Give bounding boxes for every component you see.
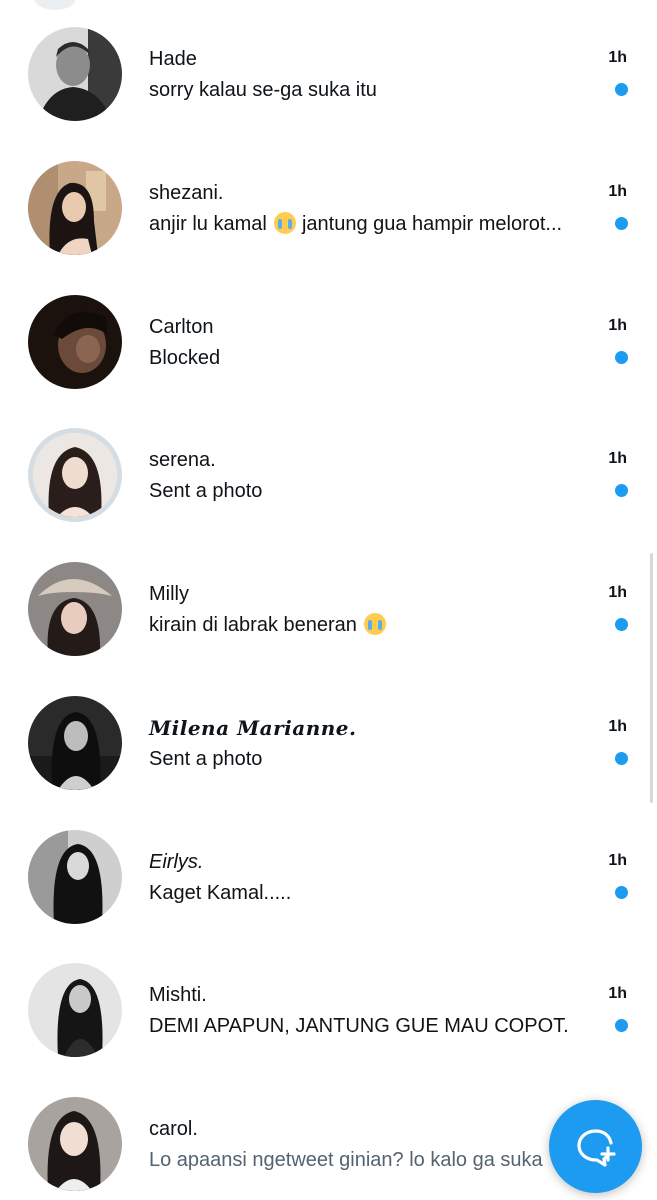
- preview-text: anjir lu kamal: [149, 213, 267, 235]
- unread-indicator: [615, 886, 628, 899]
- preview-text-continued: jantung gua hampir melorot...: [301, 213, 563, 235]
- avatar[interactable]: [28, 562, 122, 656]
- conversation-name: Carlton: [149, 316, 214, 338]
- conversation-name: Eirlys.: [149, 851, 204, 873]
- conversation-name: carol.: [149, 1118, 198, 1140]
- conversation-row[interactable]: Eirlys. Kaget Kamal..... 1h: [0, 830, 657, 964]
- message-preview: Lo apaansi ngetweet ginian? lo kalo ga s…: [149, 1149, 543, 1171]
- conversation-name: Milly: [149, 583, 189, 605]
- new-message-button[interactable]: [549, 1100, 642, 1193]
- new-message-icon: [576, 1128, 616, 1167]
- timestamp: 1h: [608, 718, 627, 735]
- partial-avatar-above: [34, 0, 76, 10]
- message-preview: Blocked: [149, 347, 221, 369]
- conversation-row[interactable]: Milly kirain di labrak beneran 1h: [0, 562, 657, 696]
- message-preview: sorry kalau se-ga suka itu: [149, 79, 377, 101]
- conversation-row[interactable]: Mishti. DEMI APAPUN, JANTUNG GUE MAU COP…: [0, 963, 657, 1097]
- message-preview: Sent a photo: [149, 480, 263, 502]
- timestamp: 1h: [608, 183, 627, 200]
- timestamp: 1h: [608, 584, 627, 601]
- unread-indicator: [615, 1019, 628, 1032]
- unread-indicator: [615, 752, 628, 765]
- avatar[interactable]: [28, 1097, 122, 1191]
- avatar[interactable]: [28, 963, 122, 1057]
- conversation-name: Mishti.: [149, 984, 207, 1006]
- unread-indicator: [615, 217, 628, 230]
- timestamp: 1h: [608, 317, 627, 334]
- conversation-name: shezani.: [149, 182, 224, 204]
- timestamp: 1h: [608, 450, 627, 467]
- conversation-row[interactable]: 𝑴𝒊𝒍𝒆𝒏𝒂 𝑴𝒂𝒓𝒊𝒂𝒏𝒏𝒆. Sent a photo 1h: [0, 696, 657, 830]
- message-preview: anjir lu kamal jantung gua hampir meloro…: [149, 212, 562, 236]
- message-preview: Sent a photo: [149, 748, 263, 770]
- timestamp: 1h: [608, 49, 627, 66]
- timestamp: 1h: [608, 985, 627, 1002]
- conversation-row[interactable]: shezani. anjir lu kamal jantung gua hamp…: [0, 161, 657, 295]
- avatar[interactable]: [28, 830, 122, 924]
- preview-text: kirain di labrak beneran: [149, 614, 357, 636]
- unread-indicator: [615, 351, 628, 364]
- conversation-row[interactable]: Hade sorry kalau se-ga suka itu 1h: [0, 27, 657, 161]
- avatar[interactable]: [28, 696, 122, 790]
- avatar[interactable]: [28, 295, 122, 389]
- message-preview: Kaget Kamal.....: [149, 882, 292, 904]
- message-preview: DEMI APAPUN, JANTUNG GUE MAU COPOT.: [149, 1015, 569, 1037]
- unread-indicator: [615, 484, 628, 497]
- loudly-crying-face-icon: [364, 613, 387, 635]
- avatar[interactable]: [28, 161, 122, 255]
- avatar[interactable]: [28, 27, 122, 121]
- unread-indicator: [615, 618, 628, 631]
- timestamp: 1h: [608, 852, 627, 869]
- unread-indicator: [615, 83, 628, 96]
- conversation-name: 𝑴𝒊𝒍𝒆𝒏𝒂 𝑴𝒂𝒓𝒊𝒂𝒏𝒏𝒆.: [149, 716, 357, 740]
- conversation-row[interactable]: serena. Sent a photo 1h: [0, 428, 657, 562]
- conversation-name: serena.: [149, 449, 216, 471]
- message-preview: kirain di labrak beneran: [149, 613, 387, 637]
- scrollbar[interactable]: [650, 553, 653, 803]
- loudly-crying-face-icon: [274, 212, 297, 234]
- conversation-row[interactable]: Carlton Blocked 1h: [0, 295, 657, 429]
- conversation-name: Hade: [149, 48, 197, 70]
- avatar[interactable]: [28, 428, 122, 522]
